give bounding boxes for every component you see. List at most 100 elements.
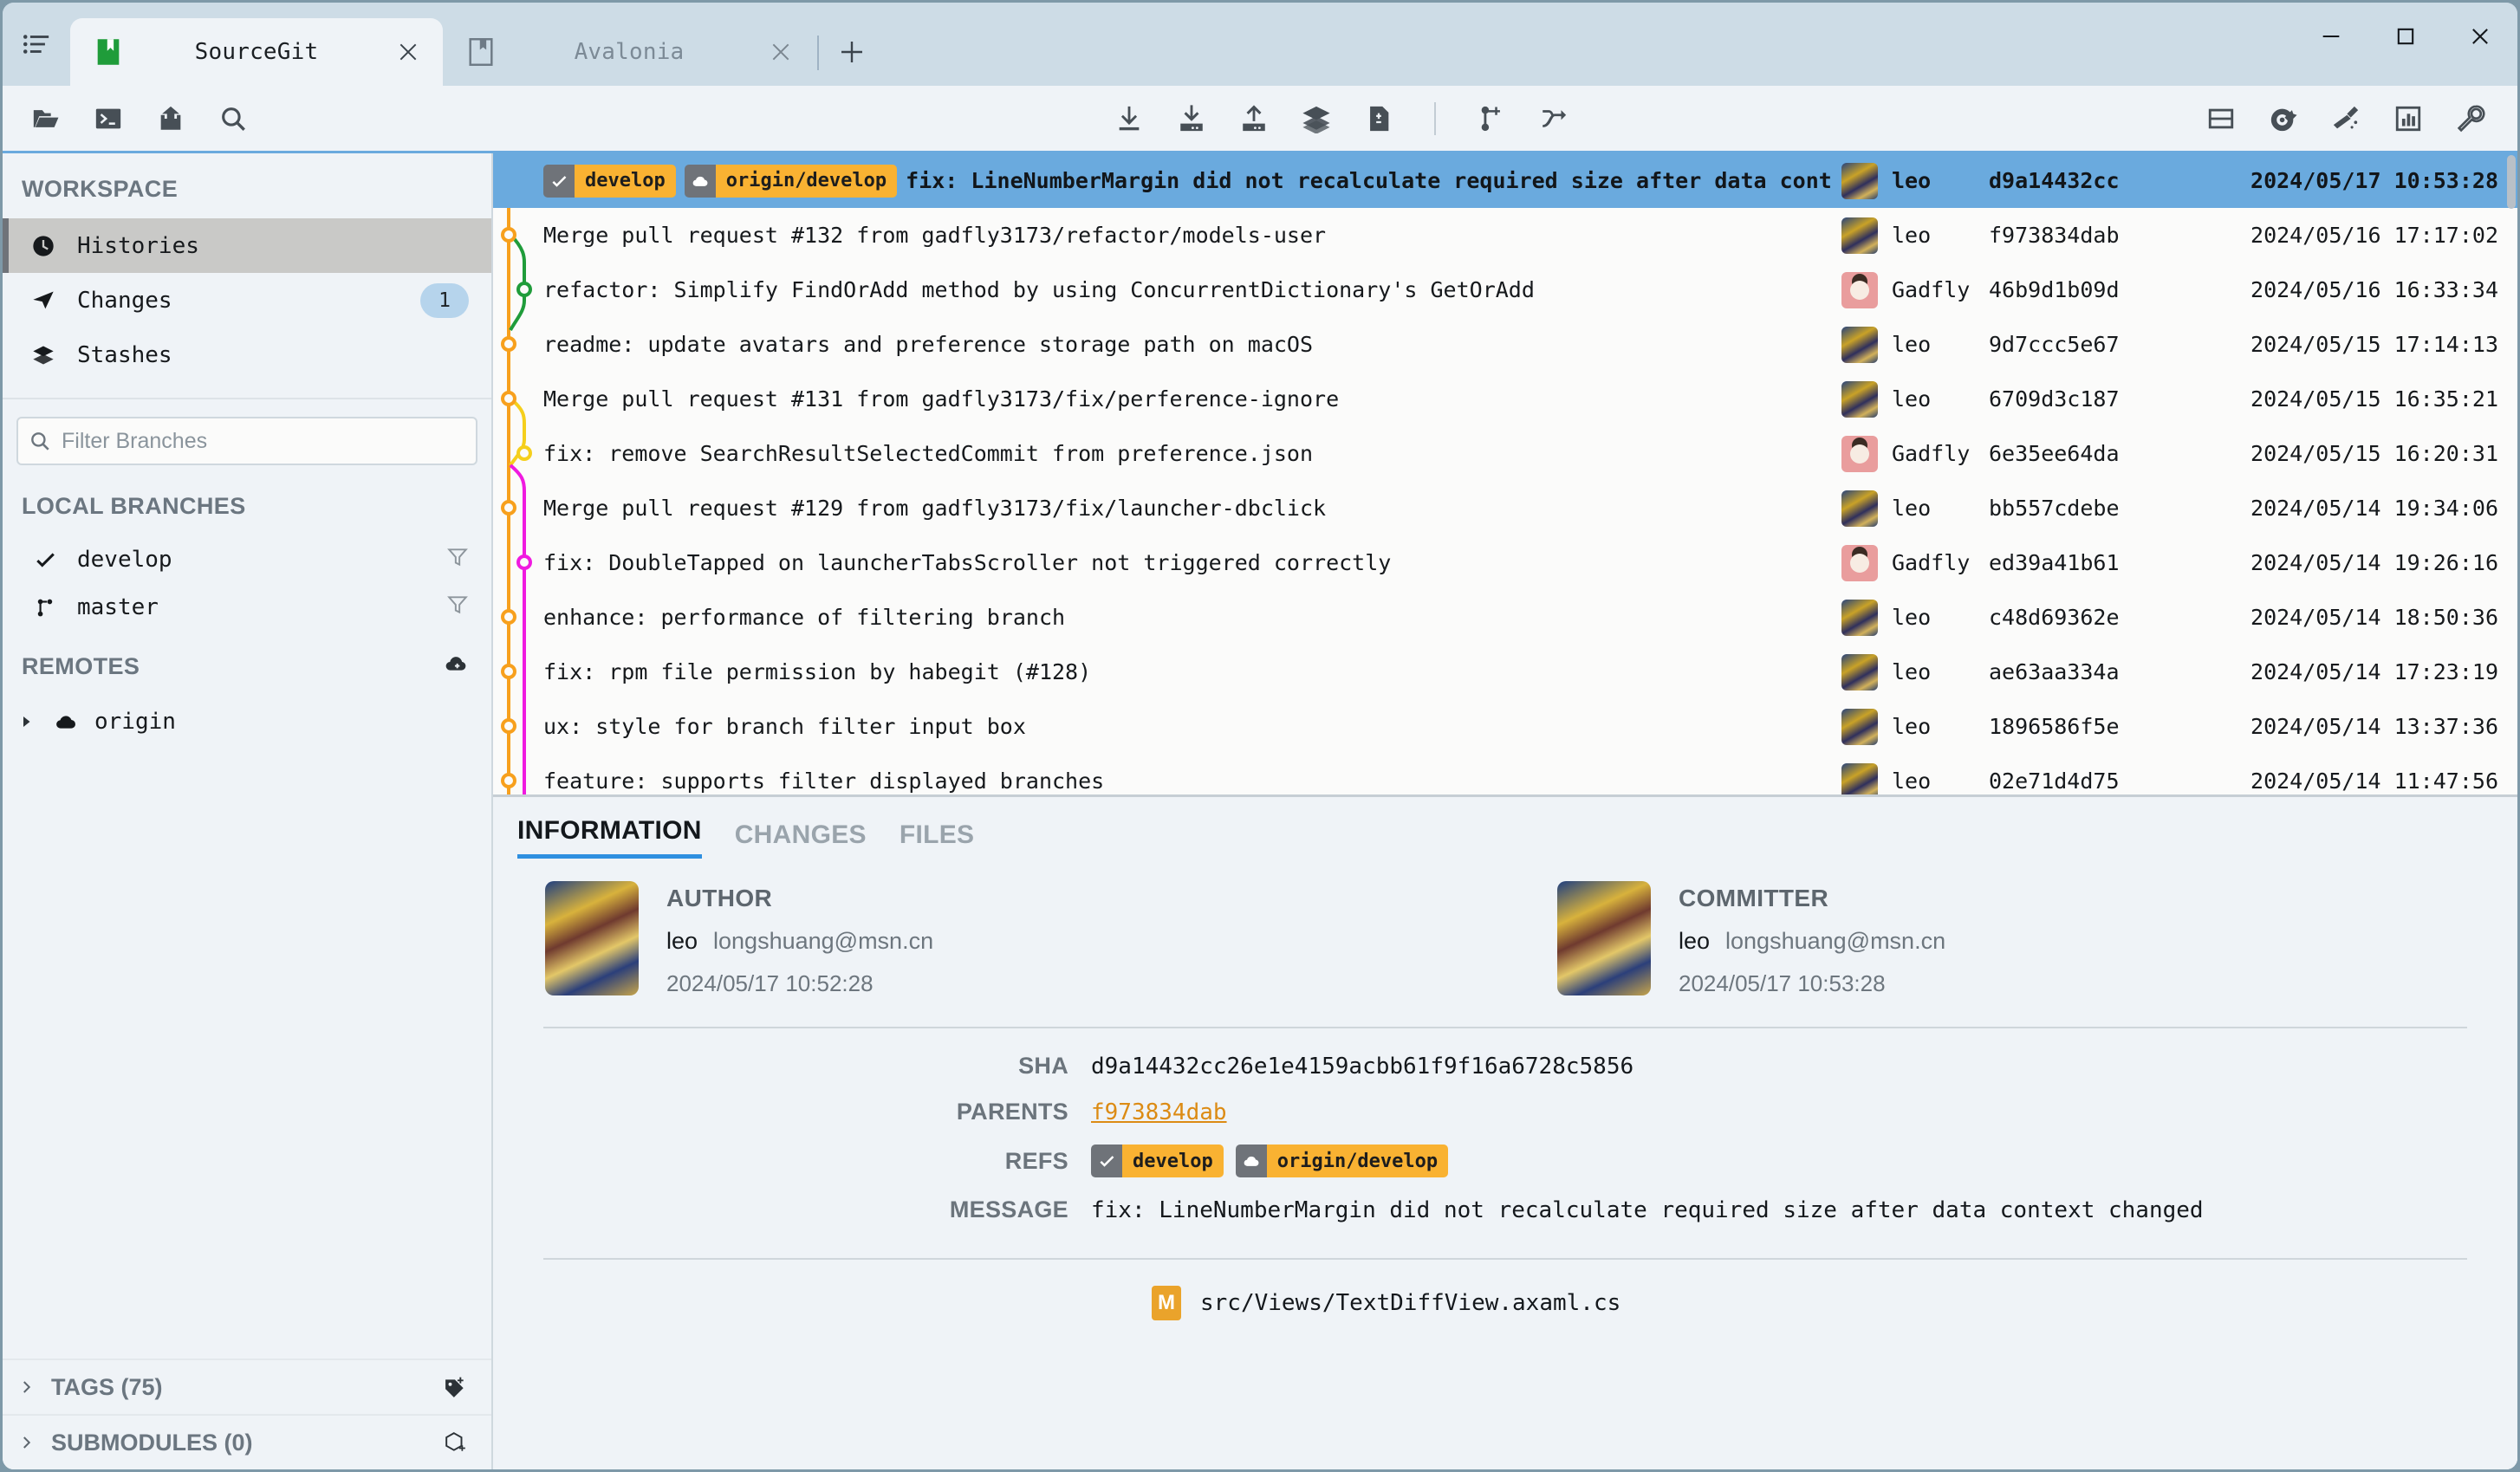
share-icon xyxy=(156,104,185,133)
search-commits-button[interactable] xyxy=(202,92,264,146)
toolbar-divider xyxy=(1434,102,1436,135)
branch-filter-icon[interactable] xyxy=(446,546,469,573)
table-row[interactable]: fix: rpm file permission by habegit (#12… xyxy=(493,645,2517,699)
sidebar-item-stashes[interactable]: Stashes xyxy=(3,327,491,382)
settings-button[interactable] xyxy=(2439,92,2502,146)
merge-button[interactable] xyxy=(1523,92,1585,146)
chevron-right-icon[interactable] xyxy=(15,714,37,730)
maximize-button[interactable] xyxy=(2368,3,2443,70)
author-name: leo xyxy=(1892,659,1931,684)
tab-files[interactable]: FILES xyxy=(900,820,975,859)
close-icon[interactable] xyxy=(386,29,431,75)
table-row[interactable]: Merge pull request #131 from gadfly3173/… xyxy=(493,372,2517,426)
table-row[interactable]: fix: DoubleTapped on launcherTabsScrolle… xyxy=(493,535,2517,590)
search-input[interactable] xyxy=(62,429,465,454)
ref-badge-origin-develop[interactable]: origin/develop xyxy=(685,165,897,198)
ref-name: develop xyxy=(575,165,676,198)
ref-badge-develop[interactable]: develop xyxy=(1091,1145,1224,1177)
new-branch-button[interactable] xyxy=(1460,92,1523,146)
table-row[interactable]: Merge pull request #129 from gadfly3173/… xyxy=(493,481,2517,535)
tab-title: SourceGit xyxy=(127,39,386,65)
layout-icon xyxy=(2206,104,2236,133)
parent-hash-link[interactable]: f973834dab xyxy=(1091,1099,1227,1125)
branch-item-develop[interactable]: develop xyxy=(3,535,491,583)
refs-values: develop origin/develop xyxy=(1091,1145,1448,1177)
parents-label: PARENTS xyxy=(493,1099,1091,1125)
author-name: leo xyxy=(1892,714,1931,739)
table-row[interactable]: Merge pull request #132 from gadfly3173/… xyxy=(493,208,2517,263)
remote-item-origin[interactable]: origin xyxy=(3,696,491,748)
remotes-header-row: REMOTES xyxy=(3,631,491,696)
new-tab-button[interactable] xyxy=(826,18,878,86)
clean-button[interactable] xyxy=(2315,92,2377,146)
tab-avalonia[interactable]: Avalonia xyxy=(443,18,815,86)
table-row[interactable]: enhance: performance of filtering branch… xyxy=(493,590,2517,645)
table-row[interactable]: develop origin/develop fix: LineNumberMa… xyxy=(493,153,2517,208)
local-branches-header: LOCAL BRANCHES xyxy=(3,470,491,535)
avatar xyxy=(545,881,639,995)
chevron-right-icon[interactable] xyxy=(15,1435,37,1450)
author-role-label: AUTHOR xyxy=(666,885,933,912)
commit-author-cell: leo xyxy=(1841,490,1989,527)
add-remote-button[interactable] xyxy=(443,652,469,675)
hamburger-list-icon xyxy=(22,29,51,59)
open-terminal-button[interactable] xyxy=(77,92,140,146)
author-name: leo xyxy=(666,928,698,955)
tab-sourcegit[interactable]: SourceGit xyxy=(70,18,443,86)
close-icon[interactable] xyxy=(758,29,803,75)
table-row[interactable]: refactor: Simplify FindOrAdd method by u… xyxy=(493,263,2517,317)
apply-patch-button[interactable] xyxy=(1348,92,1410,146)
refs-row: REFS develop origin/develop xyxy=(493,1145,2517,1177)
branch-filter-icon[interactable] xyxy=(446,593,469,620)
tags-section[interactable]: TAGS (75) xyxy=(3,1359,491,1414)
branch-label: master xyxy=(77,594,159,620)
list-item[interactable]: M src/Views/TextDiffView.axaml.cs xyxy=(493,1260,2517,1320)
commit-hash: f973834dab xyxy=(1989,223,2205,248)
submodules-section[interactable]: SUBMODULES (0) xyxy=(3,1414,491,1469)
commit-graph-list[interactable]: develop origin/develop fix: LineNumberMa… xyxy=(493,153,2517,794)
commit-list-scrollbar[interactable] xyxy=(2507,155,2516,209)
push-icon xyxy=(1239,104,1269,133)
people-row: AUTHOR leo longshuang@msn.cn 2024/05/17 … xyxy=(493,859,2517,997)
minimize-button[interactable] xyxy=(2294,3,2368,70)
layout-button[interactable] xyxy=(2190,92,2252,146)
table-row[interactable]: feature: supports filter displayed branc… xyxy=(493,754,2517,794)
stash-icon xyxy=(1302,104,1331,133)
ref-badge-origin-develop[interactable]: origin/develop xyxy=(1236,1145,1448,1177)
share-button[interactable] xyxy=(140,92,202,146)
add-submodule-button[interactable] xyxy=(443,1431,469,1454)
stash-button[interactable] xyxy=(1285,92,1348,146)
commit-hash: d9a14432cc xyxy=(1989,168,2205,193)
commit-subject-cell: refactor: Simplify FindOrAdd method by u… xyxy=(543,277,1841,302)
branch-item-master[interactable]: master xyxy=(3,583,491,631)
tab-changes[interactable]: CHANGES xyxy=(735,820,867,859)
sidebar-item-changes[interactable]: Changes 1 xyxy=(3,273,491,327)
fetch-button[interactable] xyxy=(1098,92,1160,146)
add-tag-button[interactable] xyxy=(443,1376,469,1398)
open-folder-icon xyxy=(31,104,61,133)
table-row[interactable]: readme: update avatars and preference st… xyxy=(493,317,2517,372)
close-window-button[interactable] xyxy=(2443,3,2517,70)
chevron-right-icon[interactable] xyxy=(15,1379,37,1395)
table-row[interactable]: ux: style for branch filter input box le… xyxy=(493,699,2517,754)
pull-button[interactable] xyxy=(1160,92,1223,146)
main-body: WORKSPACE Histories Changes 1 Stashes xyxy=(3,153,2517,1469)
open-repository-button[interactable] xyxy=(15,92,77,146)
commit-hash: ed39a41b61 xyxy=(1989,550,2205,575)
sidebar-item-histories[interactable]: Histories xyxy=(3,218,491,273)
cherry-pick-button[interactable] xyxy=(2252,92,2315,146)
tab-information[interactable]: INFORMATION xyxy=(517,816,702,859)
commit-subject: fix: rpm file permission by habegit (#12… xyxy=(543,659,1091,684)
commit-subject: fix: LineNumberMargin did not recalculat… xyxy=(906,168,1832,193)
message-label: MESSAGE xyxy=(493,1196,1091,1223)
main-menu-button[interactable] xyxy=(3,3,70,86)
commit-subject-cell: enhance: performance of filtering branch xyxy=(543,605,1841,630)
branch-filter-box[interactable] xyxy=(16,417,477,465)
ref-badge-develop[interactable]: develop xyxy=(543,165,676,198)
statistics-button[interactable] xyxy=(2377,92,2439,146)
avatar xyxy=(1841,436,1878,472)
table-row[interactable]: fix: remove SearchResultSelectedCommit f… xyxy=(493,426,2517,481)
check-icon xyxy=(32,548,58,571)
toolbar-right-group xyxy=(2190,92,2517,146)
push-button[interactable] xyxy=(1223,92,1285,146)
